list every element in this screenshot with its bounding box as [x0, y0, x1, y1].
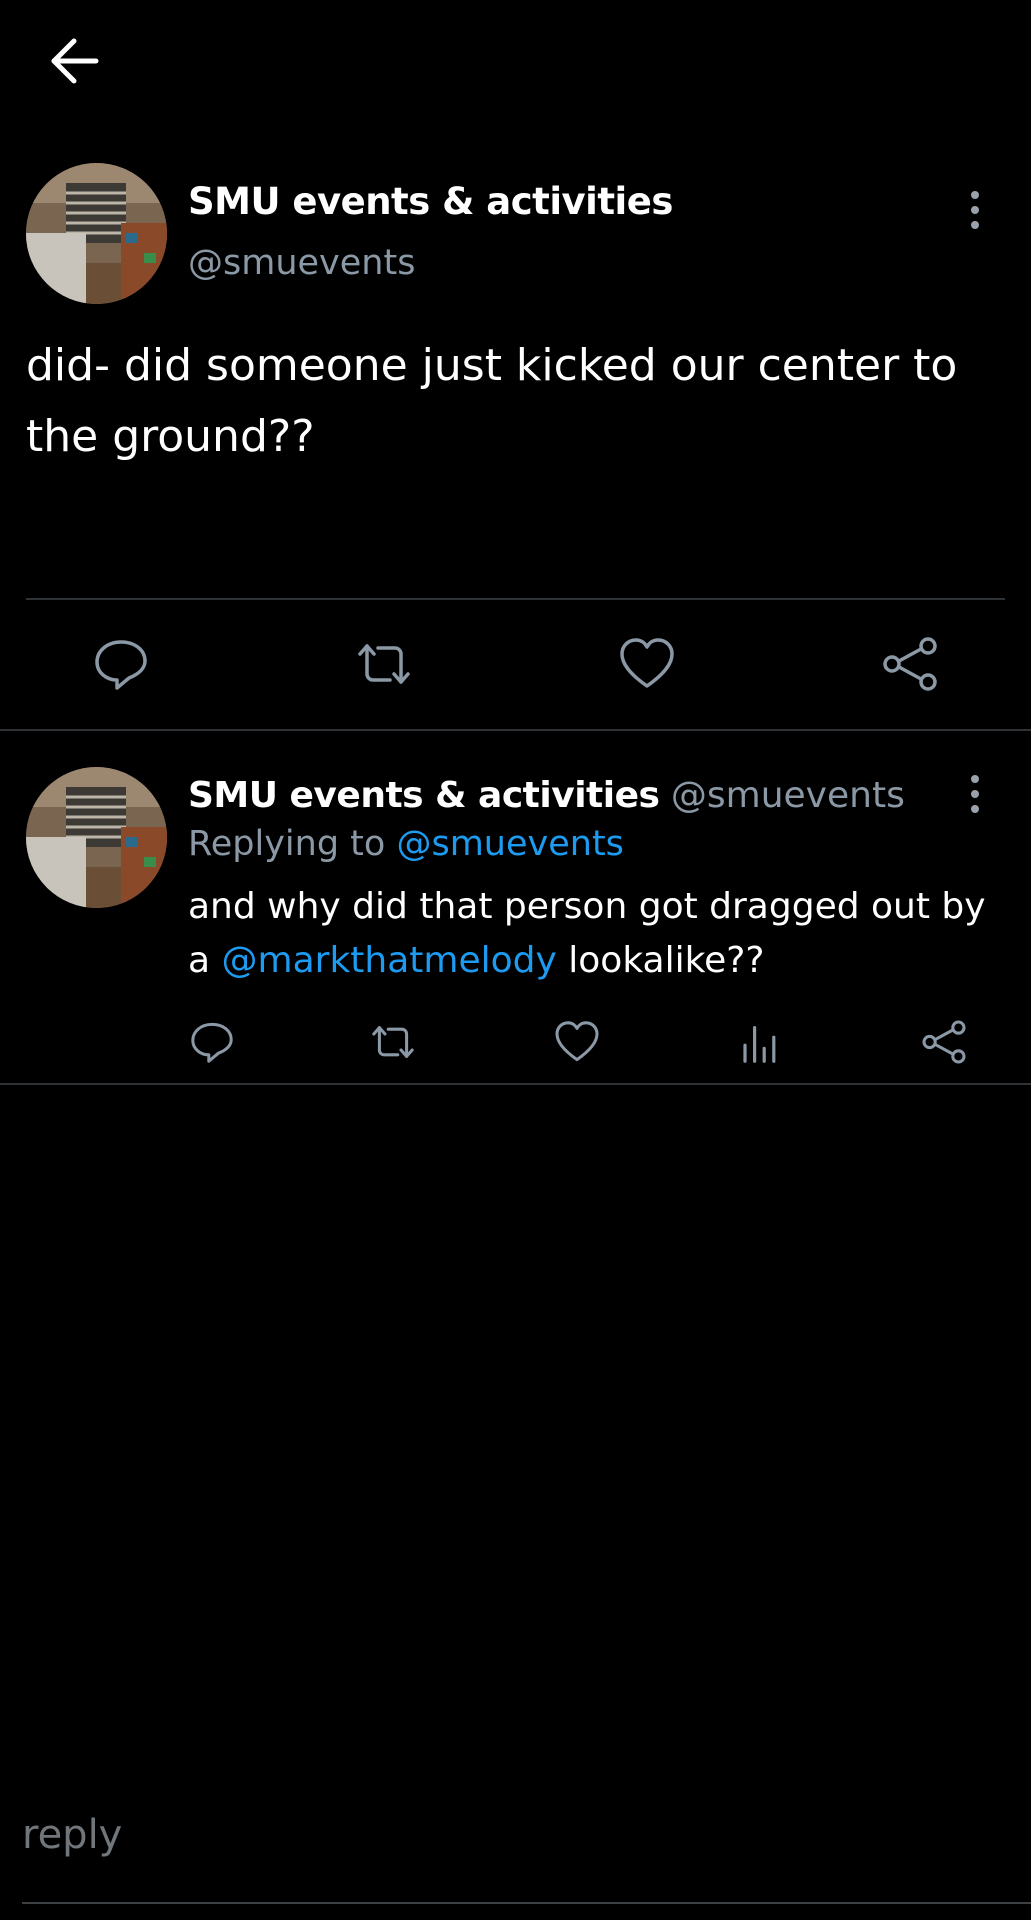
replying-to: Replying to @smuevents [188, 824, 624, 864]
reply-icon[interactable] [188, 1018, 236, 1066]
divider [0, 729, 1031, 731]
share-icon[interactable] [880, 634, 940, 694]
replying-to-label: Replying to [188, 824, 386, 864]
avatar[interactable] [26, 163, 167, 304]
retweet-icon[interactable] [354, 634, 414, 694]
divider [26, 598, 1005, 600]
back-arrow-icon[interactable] [48, 34, 102, 88]
like-icon[interactable] [617, 634, 677, 694]
retweet-icon[interactable] [369, 1018, 417, 1066]
reply-text-after: lookalike?? [568, 940, 765, 981]
reply-text: and why did that person got dragged out … [188, 880, 988, 988]
author-handle[interactable]: @smuevents [671, 775, 905, 816]
reply-icon[interactable] [91, 634, 151, 694]
more-options-icon[interactable] [960, 188, 990, 232]
replying-to-mention[interactable]: @smuevents [396, 824, 623, 864]
reply-input[interactable]: reply [22, 1812, 122, 1858]
reply-author[interactable]: SMU events & activities @smuevents [188, 775, 905, 816]
author-name[interactable]: SMU events & activities [188, 775, 660, 816]
tweet-text: did- did someone just kicked our center … [26, 340, 958, 462]
author-handle[interactable]: @smuevents [188, 243, 415, 283]
share-icon[interactable] [920, 1018, 968, 1066]
analytics-icon[interactable] [737, 1018, 785, 1066]
mention-link[interactable]: @markthatmelody [222, 940, 557, 981]
reply-input-underline [22, 1902, 1031, 1904]
author-name[interactable]: SMU events & activities [188, 180, 673, 223]
like-icon[interactable] [553, 1018, 601, 1066]
more-options-icon[interactable] [960, 772, 990, 816]
avatar[interactable] [26, 767, 167, 908]
divider [0, 1083, 1031, 1085]
